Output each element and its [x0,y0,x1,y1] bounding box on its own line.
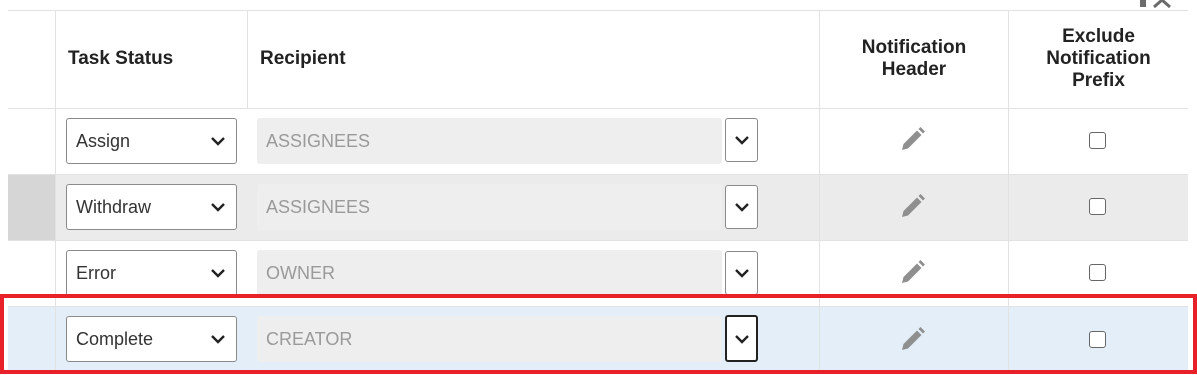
task-status-select[interactable]: Complete [66,316,237,362]
task-status-value: Assign [76,130,131,151]
recipient-field[interactable]: ASSIGNEES [257,184,722,230]
task-status-select[interactable]: Withdraw [66,184,237,230]
task-status-value: Complete [76,328,154,349]
recipient-dropdown-button[interactable] [725,251,758,295]
header-notification-header-line1: Notification [861,37,967,58]
header-exclude-line1: Exclude [1062,26,1135,47]
recipient-field[interactable]: OWNER [257,250,722,296]
toolbar-icons [1138,0,1178,10]
edit-notification-header-icon[interactable] [898,193,926,221]
recipient-field[interactable]: ASSIGNEES [257,118,722,164]
chevron-down-icon [210,185,226,229]
collapse-icon [1153,0,1171,8]
task-status-value: Error [76,262,116,283]
row-indicator [8,174,55,240]
task-status-select[interactable]: Assign [66,118,237,164]
chevron-down-icon [734,203,749,212]
header-recipient[interactable]: Recipient [248,10,818,108]
header-recipient-label: Recipient [260,48,346,69]
header-task-status-label: Task Status [68,48,174,69]
task-status-value: Withdraw [76,196,152,217]
exclude-prefix-checkbox[interactable] [1089,132,1106,149]
edit-notification-header-icon[interactable] [898,259,926,287]
recipient-dropdown-button[interactable] [725,185,758,229]
header-task-status[interactable]: Task Status [56,10,246,108]
notification-table: Task Status Recipient Notification Heade… [8,10,1188,372]
recipient-dropdown-button[interactable] [725,118,758,162]
recipient-field[interactable]: CREATOR [257,316,722,362]
chevron-down-icon [210,317,226,361]
edit-notification-header-icon[interactable] [898,126,926,154]
recipient-value: OWNER [266,262,335,283]
recipient-value: CREATOR [266,328,353,349]
header-exclude-line3: Prefix [1072,70,1125,91]
chevron-down-icon [210,119,226,163]
exclude-prefix-checkbox[interactable] [1089,331,1106,348]
header-exclude-notification-prefix[interactable]: Exclude Notification Prefix [1009,10,1188,108]
chevron-down-icon [210,251,226,295]
chevron-down-icon [734,269,749,278]
drag-handle-icon [1140,0,1146,7]
task-status-select[interactable]: Error [66,250,237,296]
recipient-dropdown-button[interactable] [725,315,758,362]
header-notification-header[interactable]: Notification Header [820,10,1008,108]
chevron-down-icon [734,334,749,344]
exclude-prefix-checkbox[interactable] [1089,264,1106,281]
header-notification-header-line2: Header [881,59,947,80]
recipient-value: ASSIGNEES [266,196,371,217]
header-exclude-line2: Notification [1046,48,1151,69]
recipient-value: ASSIGNEES [266,130,371,151]
edit-notification-header-icon[interactable] [898,326,926,354]
exclude-prefix-checkbox[interactable] [1089,198,1106,215]
chevron-down-icon [734,136,749,145]
